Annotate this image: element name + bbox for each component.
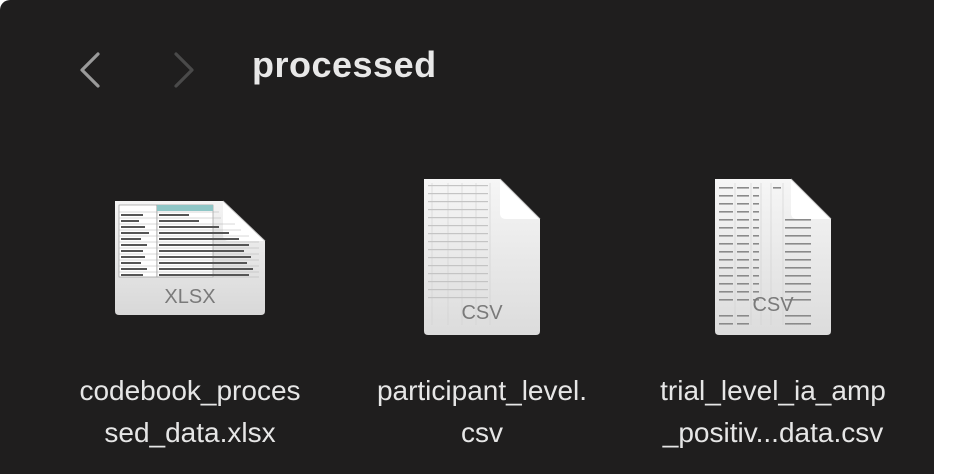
back-button[interactable] (70, 48, 110, 92)
chevron-left-icon (80, 52, 100, 88)
file-name-line-1: participant_level. (376, 375, 588, 406)
csv-badge: CSV (752, 294, 794, 316)
file-item-participant-level[interactable]: CSV participant_level. csv (337, 165, 627, 465)
csv-document-icon: CSV (424, 178, 541, 335)
file-item-codebook[interactable]: XLSX codebook_proces sed_data.xlsx (45, 165, 335, 465)
file-name: participant_level. csv (337, 370, 627, 454)
xlsx-document-icon: XLSX (115, 200, 266, 315)
csv-document-icon: CSV (715, 178, 832, 335)
file-name-line-2: sed_data.xlsx (104, 417, 276, 448)
folder-title: processed (252, 44, 437, 85)
file-name: codebook_proces sed_data.xlsx (45, 370, 335, 454)
xlsx-badge: XLSX (164, 286, 215, 308)
forward-button[interactable] (164, 48, 204, 92)
file-name-line-1: trial_level_ia_amp (660, 375, 886, 406)
file-name: trial_level_ia_amp _positiv...data.csv (628, 370, 918, 454)
file-name-line-1: codebook_proces (79, 375, 301, 406)
file-name-line-2: csv (461, 417, 503, 448)
finder-window: processed XLSX codebook_proces sed_data.… (0, 0, 934, 474)
chevron-right-icon (174, 52, 194, 88)
file-name-line-2: _positiv...data.csv (662, 417, 884, 448)
csv-badge: CSV (461, 302, 503, 324)
file-item-trial-level[interactable]: CSV trial_level_ia_amp _positiv...data.c… (628, 165, 918, 465)
toolbar: processed (0, 0, 934, 130)
